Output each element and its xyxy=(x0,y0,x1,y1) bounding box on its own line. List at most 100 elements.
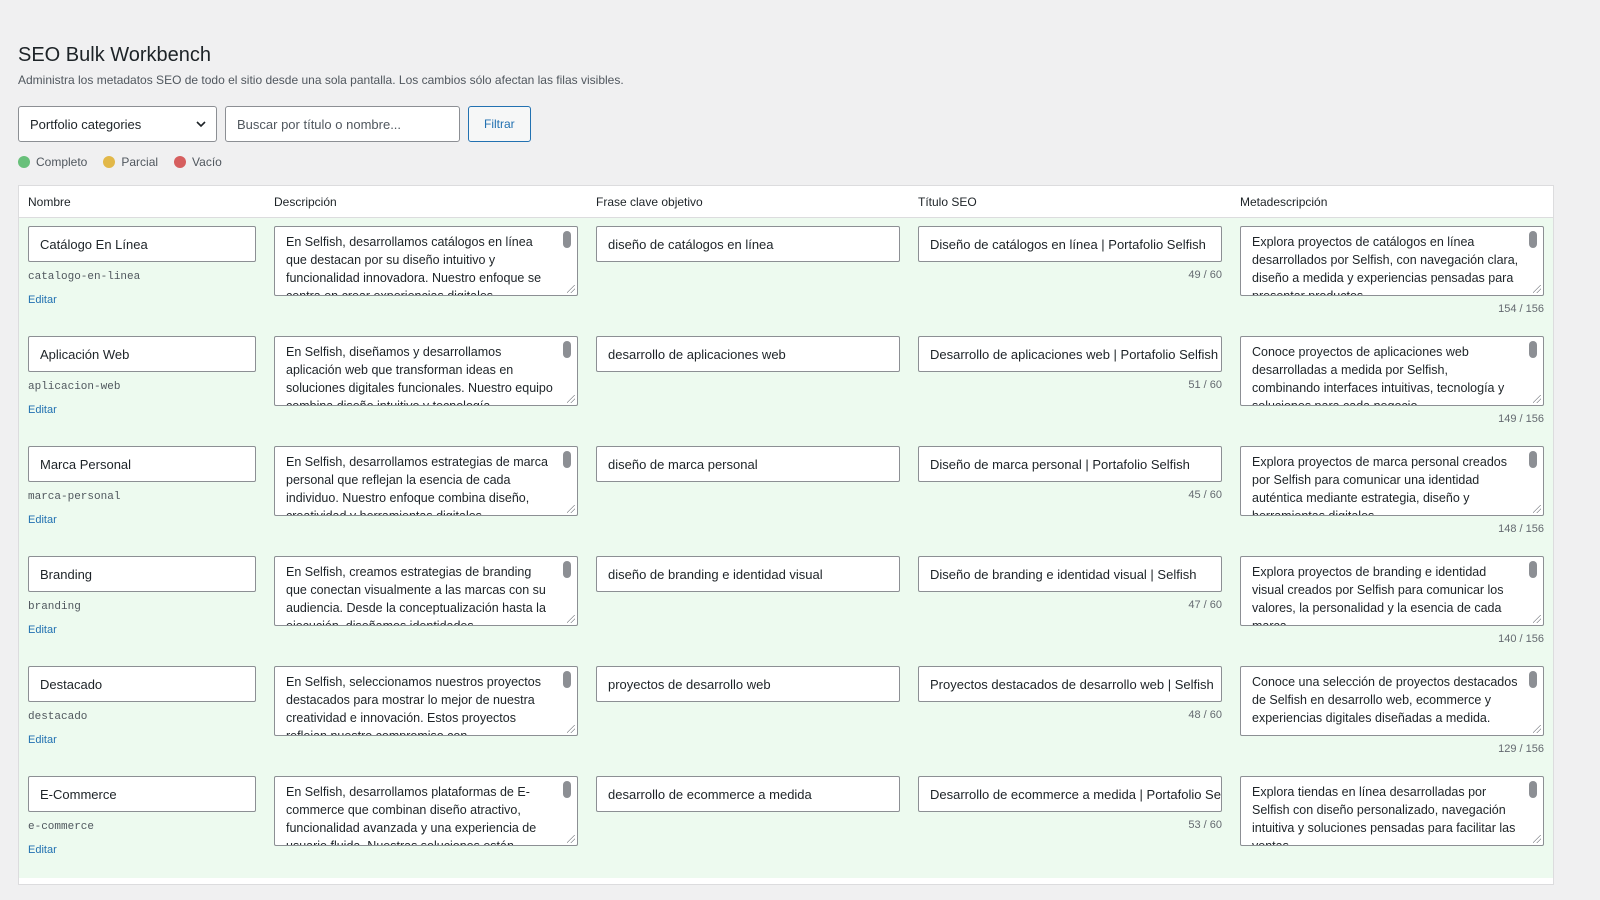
description-text: En Selfish, diseñamos y desarrollamos ap… xyxy=(286,345,553,406)
description-cell: En Selfish, desarrollamos estrategias de… xyxy=(265,446,587,548)
search-input[interactable] xyxy=(225,106,460,142)
seo-title-cell: Desarrollo de aplicaciones web | Portafo… xyxy=(909,336,1231,438)
taxonomy-select-value: Portfolio categories xyxy=(30,116,142,132)
meta-description-textarea[interactable]: Conoce una selección de proyectos destac… xyxy=(1240,666,1544,736)
resize-grip-icon[interactable] xyxy=(1533,505,1541,513)
status-legend: Completo Parcial Vacío xyxy=(18,154,1586,170)
description-text: En Selfish, seleccionamos nuestros proye… xyxy=(286,675,541,736)
header-keyphrase: Frase clave objetivo xyxy=(596,194,703,209)
description-textarea[interactable]: En Selfish, desarrollamos estrategias de… xyxy=(274,446,578,516)
seo-title-input[interactable]: Desarrollo de aplicaciones web | Portafo… xyxy=(918,336,1222,372)
resize-grip-icon[interactable] xyxy=(1533,285,1541,293)
seo-title-input[interactable]: Diseño de branding e identidad visual | … xyxy=(918,556,1222,592)
keyphrase-input[interactable]: diseño de marca personal xyxy=(596,446,900,482)
filter-button[interactable]: Filtrar xyxy=(468,106,531,142)
resize-grip-icon[interactable] xyxy=(1533,725,1541,733)
taxonomy-select[interactable]: Portfolio categories xyxy=(18,106,217,142)
slug-text: e-commerce xyxy=(28,821,95,833)
name-input[interactable]: Marca Personal xyxy=(28,446,256,482)
scrollbar-thumb[interactable] xyxy=(1529,561,1537,578)
keyphrase-input[interactable]: diseño de branding e identidad visual xyxy=(596,556,900,592)
meta-description-textarea[interactable]: Explora proyectos de marca personal crea… xyxy=(1240,446,1544,516)
meta-description-textarea[interactable]: Explora proyectos de branding e identida… xyxy=(1240,556,1544,626)
description-text: En Selfish, desarrollamos plataformas de… xyxy=(286,785,537,846)
description-text: En Selfish, desarrollamos estrategias de… xyxy=(286,455,548,516)
scrollbar-thumb[interactable] xyxy=(1529,231,1537,248)
keyphrase-input[interactable]: proyectos de desarrollo web xyxy=(596,666,900,702)
resize-grip-icon[interactable] xyxy=(567,615,575,623)
resize-grip-icon[interactable] xyxy=(1533,835,1541,843)
slug-text: catalogo-en-linea xyxy=(28,271,141,283)
name-cell: Destacado destacado Editar xyxy=(19,666,265,768)
meta-description-textarea[interactable]: Explora proyectos de catálogos en línea … xyxy=(1240,226,1544,296)
resize-grip-icon[interactable] xyxy=(567,505,575,513)
meta-description-textarea[interactable]: Explora tiendas en línea desarrolladas p… xyxy=(1240,776,1544,846)
slug-text: marca-personal xyxy=(28,491,121,503)
meta-cell: Explora proyectos de marca personal crea… xyxy=(1231,446,1553,548)
name-input[interactable]: Catálogo En Línea xyxy=(28,226,256,262)
keyphrase-cell: desarrollo de aplicaciones web xyxy=(587,336,909,438)
keyphrase-cell: diseño de marca personal xyxy=(587,446,909,548)
meta-description-textarea[interactable]: Conoce proyectos de aplicaciones web des… xyxy=(1240,336,1544,406)
keyphrase-input[interactable]: desarrollo de aplicaciones web xyxy=(596,336,900,372)
description-textarea[interactable]: En Selfish, creamos estrategias de brand… xyxy=(274,556,578,626)
description-text: En Selfish, desarrollamos catálogos en l… xyxy=(286,235,542,296)
toolbar: Portfolio categories Filtrar xyxy=(18,106,1586,142)
table-row: Aplicación Web aplicacion-web Editar En … xyxy=(19,328,1553,438)
scrollbar-thumb[interactable] xyxy=(563,231,571,248)
name-input[interactable]: Branding xyxy=(28,556,256,592)
keyphrase-input[interactable]: diseño de catálogos en línea xyxy=(596,226,900,262)
edit-link[interactable]: Editar xyxy=(28,734,265,746)
seo-title-cell: Diseño de branding e identidad visual | … xyxy=(909,556,1231,658)
seo-title-input[interactable]: Diseño de catálogos en línea | Portafoli… xyxy=(918,226,1222,262)
meta-char-counter: 154 / 156 xyxy=(1498,303,1544,315)
table-body: Catálogo En Línea catalogo-en-linea Edit… xyxy=(19,218,1553,878)
keyphrase-input[interactable]: desarrollo de ecommerce a medida xyxy=(596,776,900,812)
meta-char-counter: 140 / 156 xyxy=(1498,633,1544,645)
seo-title-input[interactable]: Diseño de marca personal | Portafolio Se… xyxy=(918,446,1222,482)
resize-grip-icon[interactable] xyxy=(567,395,575,403)
keyphrase-cell: diseño de branding e identidad visual xyxy=(587,556,909,658)
description-textarea[interactable]: En Selfish, desarrollamos plataformas de… xyxy=(274,776,578,846)
name-input[interactable]: Aplicación Web xyxy=(28,336,256,372)
scrollbar-thumb[interactable] xyxy=(563,341,571,358)
description-textarea[interactable]: En Selfish, seleccionamos nuestros proye… xyxy=(274,666,578,736)
scrollbar-thumb[interactable] xyxy=(1529,341,1537,358)
description-textarea[interactable]: En Selfish, desarrollamos catálogos en l… xyxy=(274,226,578,296)
title-char-counter: 47 / 60 xyxy=(1188,599,1222,611)
legend-empty: Vacío xyxy=(174,155,222,169)
scrollbar-thumb[interactable] xyxy=(1529,451,1537,468)
edit-link[interactable]: Editar xyxy=(28,844,265,856)
meta-char-counter: 148 / 156 xyxy=(1498,523,1544,535)
meta-description-text: Explora tiendas en línea desarrolladas p… xyxy=(1252,785,1516,846)
edit-link[interactable]: Editar xyxy=(28,404,265,416)
resize-grip-icon[interactable] xyxy=(567,835,575,843)
title-char-counter: 45 / 60 xyxy=(1188,489,1222,501)
name-input[interactable]: Destacado xyxy=(28,666,256,702)
scrollbar-thumb[interactable] xyxy=(563,451,571,468)
legend-label: Parcial xyxy=(121,155,159,169)
scrollbar-thumb[interactable] xyxy=(1529,781,1537,798)
edit-link[interactable]: Editar xyxy=(28,624,265,636)
scrollbar-thumb[interactable] xyxy=(563,671,571,688)
resize-grip-icon[interactable] xyxy=(1533,615,1541,623)
seo-title-input[interactable]: Proyectos destacados de desarrollo web |… xyxy=(918,666,1222,702)
title-char-counter: 48 / 60 xyxy=(1188,709,1222,721)
header-name: Nombre xyxy=(28,194,71,209)
resize-grip-icon[interactable] xyxy=(567,725,575,733)
edit-link[interactable]: Editar xyxy=(28,294,265,306)
seo-title-cell: Proyectos destacados de desarrollo web |… xyxy=(909,666,1231,768)
resize-grip-icon[interactable] xyxy=(1533,395,1541,403)
edit-link[interactable]: Editar xyxy=(28,514,265,526)
scrollbar-thumb[interactable] xyxy=(563,781,571,798)
legend-label: Completo xyxy=(36,155,88,169)
name-input[interactable]: E-Commerce xyxy=(28,776,256,812)
resize-grip-icon[interactable] xyxy=(567,285,575,293)
scrollbar-thumb[interactable] xyxy=(1529,671,1537,688)
table-row: Marca Personal marca-personal Editar En … xyxy=(19,438,1553,548)
seo-title-cell: Diseño de catálogos en línea | Portafoli… xyxy=(909,226,1231,328)
description-textarea[interactable]: En Selfish, diseñamos y desarrollamos ap… xyxy=(274,336,578,406)
seo-title-input[interactable]: Desarrollo de ecommerce a medida | Porta… xyxy=(918,776,1222,812)
scrollbar-thumb[interactable] xyxy=(563,561,571,578)
seo-title-cell: Desarrollo de ecommerce a medida | Porta… xyxy=(909,776,1231,878)
